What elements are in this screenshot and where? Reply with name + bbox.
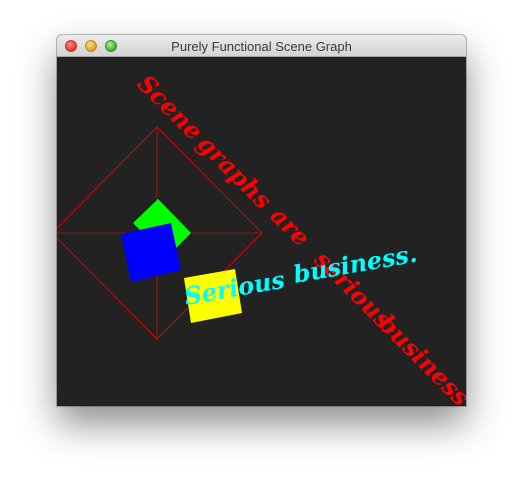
red-word-graphs: graphs bbox=[192, 129, 278, 215]
red-word-business: business. bbox=[373, 309, 466, 406]
blue-square bbox=[121, 223, 181, 282]
window-title: Purely Functional Scene Graph bbox=[171, 39, 352, 54]
title-bar[interactable]: Purely Functional Scene Graph bbox=[57, 35, 466, 57]
app-window: Purely Functional Scene Graph Scene grap… bbox=[57, 35, 466, 406]
red-word-scene: Scene bbox=[132, 69, 209, 146]
red-word-are: are bbox=[265, 201, 316, 252]
scene-canvas: Scene graphs are serious business. Serio… bbox=[57, 57, 466, 406]
scene-svg: Scene graphs are serious business. Serio… bbox=[57, 69, 466, 406]
